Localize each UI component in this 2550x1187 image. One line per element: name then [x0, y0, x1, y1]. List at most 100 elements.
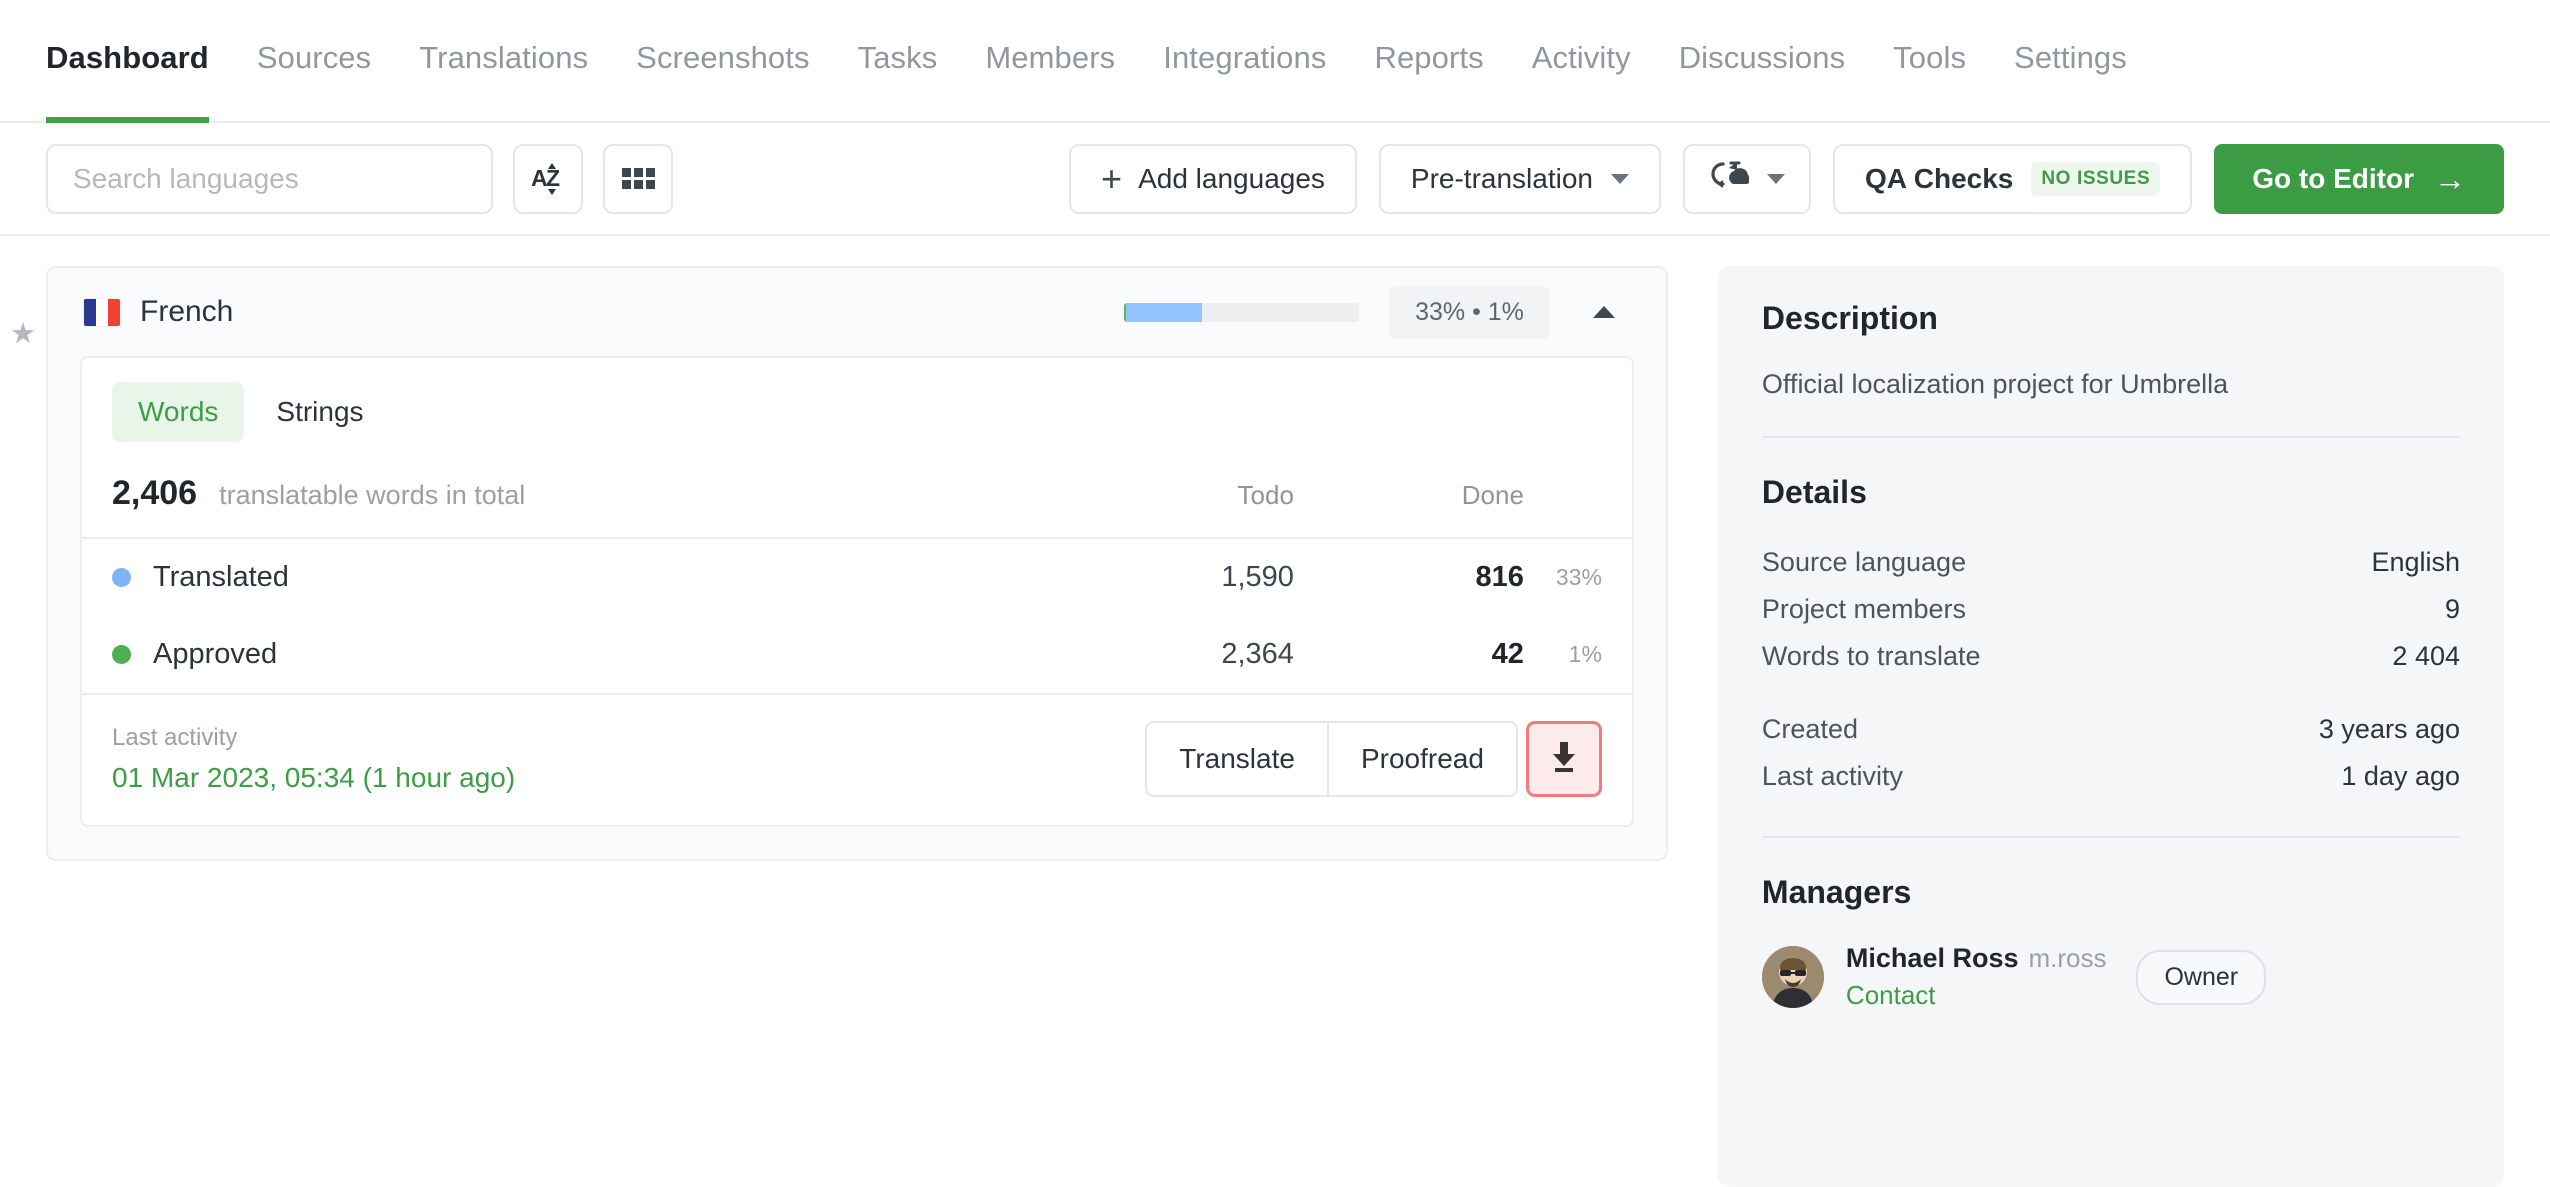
- nav-item-members[interactable]: Members: [961, 0, 1139, 123]
- download-icon: [1548, 740, 1580, 779]
- language-card-header[interactable]: French 33% • 1%: [48, 268, 1666, 356]
- avatar[interactable]: [1761, 946, 1824, 1008]
- status-dot-approved: [112, 645, 131, 664]
- detail-label: Last activity: [1761, 761, 1903, 791]
- qa-checks-status-badge: NO ISSUES: [2031, 161, 2161, 196]
- pre-translation-label: Pre-translation: [1410, 162, 1593, 194]
- add-languages-label: Add languages: [1138, 162, 1325, 194]
- nav-item-translations[interactable]: Translations: [395, 0, 612, 123]
- column-header-todo: Todo: [1237, 480, 1294, 510]
- total-words-label: translatable words in total: [219, 480, 526, 510]
- manager-contact-link[interactable]: Contact: [1846, 980, 2107, 1011]
- manager-list-item: Michael Ross m.ross Contact Owner: [1761, 943, 2460, 1011]
- detail-value: English: [2371, 547, 2460, 577]
- unit-tabs: Words Strings: [82, 358, 1632, 456]
- tab-words[interactable]: Words: [112, 382, 245, 442]
- grid-view-icon: [621, 168, 655, 189]
- stat-percent: 33%: [1555, 564, 1602, 590]
- stat-todo-value: 2,364: [1221, 638, 1294, 670]
- download-button[interactable]: [1525, 721, 1602, 797]
- nav-item-dashboard[interactable]: Dashboard: [46, 0, 233, 123]
- stat-done-value: 816: [1475, 561, 1524, 593]
- sort-alpha-button[interactable]: A Z: [513, 143, 583, 214]
- progress-bar: [1124, 302, 1360, 322]
- column-header-done: Done: [1461, 480, 1524, 510]
- detail-label: Project members: [1761, 594, 1966, 624]
- detail-row-source-language: Source language English: [1762, 539, 2460, 586]
- detail-label: Words to translate: [1761, 641, 1981, 671]
- top-navigation: Dashboard Sources Translations Screensho…: [0, 0, 2550, 123]
- arrow-right-icon: →: [2434, 160, 2466, 197]
- search-input[interactable]: [73, 162, 466, 195]
- chevron-down-icon: [1767, 173, 1785, 184]
- progress-area: 33% • 1%: [1124, 285, 1630, 339]
- last-activity-label: Last activity: [112, 724, 238, 751]
- proofread-button[interactable]: Proofread: [1328, 721, 1518, 797]
- go-to-editor-label: Go to Editor: [2252, 162, 2414, 194]
- detail-row-created: Created 3 years ago: [1762, 706, 2460, 753]
- progress-segment-translated: [1126, 302, 1202, 322]
- language-name: French: [140, 295, 234, 328]
- stat-todo-value: 1,590: [1221, 561, 1294, 593]
- plus-icon: +: [1101, 157, 1123, 199]
- qa-checks-button[interactable]: QA Checks NO ISSUES: [1833, 143, 2193, 214]
- add-languages-button[interactable]: + Add languages: [1069, 143, 1357, 214]
- totals-row: 2,406 translatable words in total Todo D…: [82, 456, 1632, 539]
- search-languages-box[interactable]: [46, 143, 493, 214]
- nav-item-activity[interactable]: Activity: [1508, 0, 1655, 123]
- pre-translation-button[interactable]: Pre-translation: [1378, 143, 1661, 214]
- stat-done-value: 42: [1491, 638, 1524, 670]
- languages-column: ★ French 33% • 1% Words Strings 2,406 tr…: [10, 266, 1668, 1187]
- stat-row-translated: Translated 1,590 816 33%: [82, 539, 1632, 616]
- nav-item-settings[interactable]: Settings: [1990, 0, 2151, 123]
- detail-value: 2 404: [2392, 641, 2460, 671]
- star-icon[interactable]: ★: [10, 320, 36, 349]
- nav-item-discussions[interactable]: Discussions: [1655, 0, 1869, 123]
- translate-button[interactable]: Translate: [1145, 721, 1329, 797]
- collapse-toggle-button[interactable]: [1584, 292, 1624, 332]
- nav-item-tools[interactable]: Tools: [1869, 0, 1990, 123]
- nav-item-screenshots[interactable]: Screenshots: [612, 0, 833, 123]
- project-info-column: Description Official localization projec…: [1717, 266, 2504, 1187]
- language-card-body: Words Strings 2,406 translatable words i…: [80, 356, 1634, 827]
- last-activity-block: Last activity 01 Mar 2023, 05:34 (1 hour…: [112, 724, 515, 794]
- grid-view-button[interactable]: [603, 143, 673, 214]
- tab-strings[interactable]: Strings: [250, 382, 389, 442]
- stat-row-approved: Approved 2,364 42 1%: [82, 616, 1632, 693]
- stat-label: Translated: [153, 561, 289, 593]
- go-to-editor-button[interactable]: Go to Editor →: [2214, 143, 2504, 214]
- manager-name-line: Michael Ross m.ross: [1846, 943, 2107, 974]
- status-dot-translated: [112, 568, 131, 587]
- total-words-count: 2,406: [112, 474, 198, 512]
- chevron-down-icon: [1611, 173, 1629, 184]
- flag-france-icon: [84, 298, 120, 326]
- detail-row-words-to-translate: Words to translate 2 404: [1762, 633, 2460, 680]
- language-card-french: ★ French 33% • 1% Words Strings 2,406 tr…: [10, 266, 1668, 861]
- language-card-footer: Last activity 01 Mar 2023, 05:34 (1 hour…: [82, 693, 1632, 825]
- managers-title: Managers: [1761, 874, 1912, 910]
- sync-cloud-icon: [1709, 158, 1751, 199]
- detail-label: Source language: [1761, 547, 1967, 577]
- description-title: Description: [1761, 300, 1938, 336]
- card-action-buttons: Translate Proofread: [1145, 721, 1602, 797]
- qa-checks-label: QA Checks: [1865, 162, 2014, 194]
- stat-label: Approved: [153, 638, 278, 670]
- nav-item-sources[interactable]: Sources: [233, 0, 395, 123]
- nav-item-tasks[interactable]: Tasks: [834, 0, 962, 123]
- detail-row-project-members: Project members 9: [1762, 586, 2460, 633]
- nav-list: Dashboard Sources Translations Screensho…: [46, 0, 2151, 123]
- divider: [1761, 836, 2460, 838]
- sort-alpha-icon: A Z: [531, 160, 565, 198]
- progress-percent-badge: 33% • 1%: [1389, 285, 1550, 339]
- last-activity-value[interactable]: 01 Mar 2023, 05:34 (1 hour ago): [112, 762, 515, 794]
- project-info-card: Description Official localization projec…: [1717, 266, 2504, 1187]
- description-text: Official localization project for Umbrel…: [1761, 369, 2229, 399]
- manager-info: Michael Ross m.ross Contact: [1846, 943, 2107, 1011]
- sync-cloud-button[interactable]: [1683, 143, 1811, 214]
- nav-item-reports[interactable]: Reports: [1350, 0, 1507, 123]
- detail-value: 9: [2444, 594, 2460, 624]
- chevron-up-icon: [1592, 306, 1615, 318]
- nav-item-integrations[interactable]: Integrations: [1139, 0, 1350, 123]
- detail-label: Created: [1761, 714, 1858, 744]
